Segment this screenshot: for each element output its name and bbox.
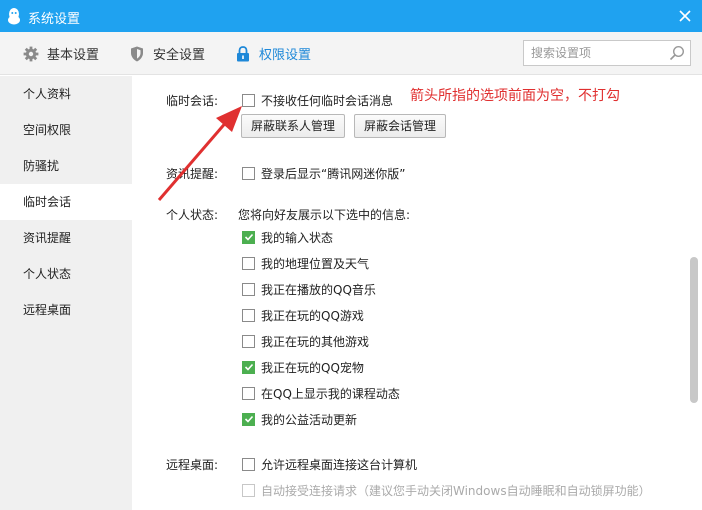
option-label: 我正在播放的QQ音乐 xyxy=(261,282,376,297)
check-icon xyxy=(244,363,253,371)
option-label: 不接收任何临时会话消息 xyxy=(261,93,394,108)
title-bar: 系统设置 xyxy=(0,0,702,32)
option-label: 我的地理位置及天气 xyxy=(261,256,370,271)
status-option-other-game[interactable]: 我正在玩的其他游戏 xyxy=(242,332,369,350)
checkbox-checked[interactable] xyxy=(242,412,255,426)
settings-toolbar: 基本设置 安全设置 权限设置 xyxy=(0,32,702,75)
auto-accept-connection-option: 自动接受连接请求（建议您手动关闭Windows自动睡眠和自动锁屏功能） xyxy=(242,481,651,499)
gear-icon xyxy=(22,45,40,63)
checkbox[interactable] xyxy=(242,334,255,348)
option-label: 自动接受连接请求（建议您手动关闭Windows自动睡眠和自动锁屏功能） xyxy=(261,483,651,498)
tab-permission-settings[interactable]: 权限设置 xyxy=(234,32,311,75)
option-label: 允许远程桌面连接这台计算机 xyxy=(261,457,418,472)
status-option-typing[interactable]: 我的输入状态 xyxy=(242,228,333,246)
reject-temp-chat-option[interactable]: 不接收任何临时会话消息 xyxy=(242,91,393,109)
status-option-qq-game[interactable]: 我正在玩的QQ游戏 xyxy=(242,306,364,324)
shield-icon xyxy=(128,45,146,63)
tab-basic-settings[interactable]: 基本设置 xyxy=(22,32,99,75)
sidebar-item-news-alert[interactable]: 资讯提醒 xyxy=(0,220,132,256)
show-mini-news-option[interactable]: 登录后显示“腾讯网迷你版” xyxy=(242,164,405,182)
checkbox[interactable] xyxy=(242,256,255,270)
sidebar-item-temp-chat[interactable]: 临时会话 xyxy=(0,184,132,220)
option-label: 我的公益活动更新 xyxy=(261,412,358,427)
status-option-location[interactable]: 我的地理位置及天气 xyxy=(242,254,369,272)
tab-label: 基本设置 xyxy=(47,48,100,63)
sidebar-item-anti-harassment[interactable]: 防骚扰 xyxy=(0,148,132,184)
sidebar-item-remote-desktop[interactable]: 远程桌面 xyxy=(0,292,132,328)
checkbox-checked[interactable] xyxy=(242,230,255,244)
option-label: 登录后显示“腾讯网迷你版” xyxy=(261,166,406,181)
red-arrow-annotation xyxy=(157,106,242,201)
sidebar-item-space-permission[interactable]: 空间权限 xyxy=(0,112,132,148)
checkbox[interactable] xyxy=(242,308,255,322)
sidebar-item-personal-info[interactable]: 个人资料 xyxy=(0,76,132,112)
scrollbar-thumb[interactable] xyxy=(690,257,698,403)
window-title: 系统设置 xyxy=(28,12,81,27)
option-label: 我正在玩的QQ宠物 xyxy=(261,360,364,375)
personal-status-label: 个人状态: xyxy=(166,208,219,222)
checkbox-checked[interactable] xyxy=(242,360,255,374)
option-label: 我正在玩的其他游戏 xyxy=(261,334,370,349)
block-contacts-button[interactable]: 屏蔽联系人管理 xyxy=(241,114,346,138)
status-option-course[interactable]: 在QQ上显示我的课程动态 xyxy=(242,384,400,402)
status-description: 您将向好友展示以下选中的信息: xyxy=(238,207,411,222)
status-option-qq-pet[interactable]: 我正在玩的QQ宠物 xyxy=(242,358,364,376)
close-button[interactable] xyxy=(668,0,702,32)
sidebar: 个人资料 空间权限 防骚扰 临时会话 资讯提醒 个人状态 远程桌面 xyxy=(0,76,132,510)
checkbox[interactable] xyxy=(242,457,255,471)
search-box xyxy=(523,40,691,66)
annotation-text: 箭头所指的选项前面为空，不打勾 xyxy=(410,88,620,104)
allow-remote-desktop-option[interactable]: 允许远程桌面连接这台计算机 xyxy=(242,455,417,473)
search-input[interactable] xyxy=(524,41,662,65)
checkbox[interactable] xyxy=(242,282,255,296)
checkbox-disabled xyxy=(242,483,255,497)
tab-security-settings[interactable]: 安全设置 xyxy=(128,32,205,75)
search-icon[interactable] xyxy=(669,45,685,61)
close-icon xyxy=(679,10,691,22)
tab-label: 权限设置 xyxy=(259,48,312,63)
check-icon xyxy=(244,415,253,423)
tab-label: 安全设置 xyxy=(153,48,206,63)
status-option-charity[interactable]: 我的公益活动更新 xyxy=(242,410,357,428)
checkbox[interactable] xyxy=(242,386,255,400)
sidebar-item-personal-status[interactable]: 个人状态 xyxy=(0,256,132,292)
option-label: 我正在玩的QQ游戏 xyxy=(261,308,364,323)
qq-penguin-icon xyxy=(8,8,20,25)
remote-desktop-label: 远程桌面: xyxy=(166,458,219,472)
lock-icon xyxy=(234,45,252,63)
check-icon xyxy=(244,233,253,241)
option-label: 在QQ上显示我的课程动态 xyxy=(261,386,400,401)
option-label: 我的输入状态 xyxy=(261,230,334,245)
status-option-music[interactable]: 我正在播放的QQ音乐 xyxy=(242,280,376,298)
block-sessions-button[interactable]: 屏蔽会话管理 xyxy=(354,114,447,138)
